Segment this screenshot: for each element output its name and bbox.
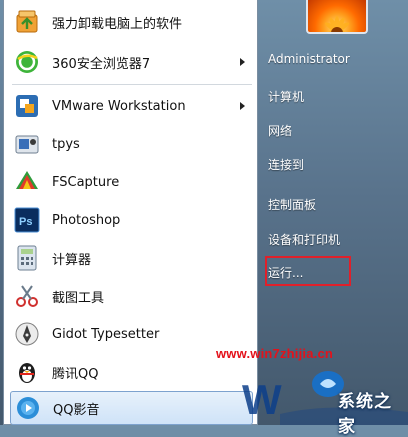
program-label: Photoshop bbox=[52, 212, 121, 228]
program-label: 截图工具 bbox=[52, 290, 105, 306]
separator bbox=[12, 84, 252, 85]
program-label: Gidot Typesetter bbox=[52, 326, 160, 342]
watermark-site-name: 系统之家 bbox=[338, 392, 392, 437]
submenu-arrow-icon[interactable] bbox=[240, 58, 245, 66]
uninstall-icon bbox=[12, 7, 42, 37]
program-item-snipping-tool[interactable]: 截图工具 bbox=[10, 278, 253, 314]
program-item-calculator[interactable]: 计算器 bbox=[10, 240, 253, 276]
network-link[interactable]: 网络 bbox=[268, 122, 292, 139]
program-label: 360安全浏览器7 bbox=[52, 56, 151, 72]
photoshop-icon: Ps bbox=[12, 205, 42, 235]
program-item-photoshop[interactable]: Ps Photoshop bbox=[10, 202, 253, 238]
program-label: tpys bbox=[52, 136, 80, 152]
program-label: QQ影音 bbox=[53, 402, 100, 418]
program-label: 计算器 bbox=[52, 252, 92, 268]
tpys-icon bbox=[12, 129, 42, 159]
user-avatar[interactable] bbox=[306, 0, 368, 34]
program-item-vmware[interactable]: VMware Workstation bbox=[10, 88, 253, 124]
program-label: 腾讯QQ bbox=[52, 366, 99, 382]
svg-text:W: W bbox=[242, 376, 282, 423]
connect-to-link[interactable]: 连接到 bbox=[268, 156, 304, 173]
programs-pane: 强力卸载电脑上的软件 360安全浏览器7 VMware Workstation bbox=[3, 0, 258, 425]
qq-player-icon bbox=[13, 393, 43, 423]
submenu-arrow-icon[interactable] bbox=[240, 102, 245, 110]
program-item-tpys[interactable]: tpys bbox=[10, 126, 253, 162]
program-item-qq-player[interactable]: QQ影音 bbox=[10, 391, 253, 425]
devices-and-printers-link[interactable]: 设备和打印机 bbox=[268, 231, 340, 248]
fscapture-icon bbox=[12, 167, 42, 197]
program-item-fscapture[interactable]: FSCapture bbox=[10, 164, 253, 200]
program-item-uninstaller[interactable]: 强力卸载电脑上的软件 bbox=[10, 4, 253, 40]
run-highlight-box bbox=[265, 256, 351, 286]
control-panel-link[interactable]: 控制面板 bbox=[268, 196, 316, 213]
program-item-360-browser[interactable]: 360安全浏览器7 bbox=[10, 44, 253, 80]
gidot-icon bbox=[12, 319, 42, 349]
vmware-icon bbox=[12, 91, 42, 121]
qq-penguin-icon bbox=[12, 357, 42, 387]
program-label: VMware Workstation bbox=[52, 98, 186, 114]
calculator-icon bbox=[12, 243, 42, 273]
watermark-url: www.win7zhijia.cn bbox=[216, 346, 334, 361]
snipping-tool-icon bbox=[12, 281, 42, 311]
360-browser-icon bbox=[12, 47, 42, 77]
program-label: 强力卸载电脑上的软件 bbox=[52, 16, 183, 32]
computer-link[interactable]: 计算机 bbox=[268, 88, 304, 105]
user-name-link[interactable]: Administrator bbox=[268, 52, 350, 66]
svg-text:Ps: Ps bbox=[19, 216, 32, 228]
program-label: FSCapture bbox=[52, 174, 120, 190]
